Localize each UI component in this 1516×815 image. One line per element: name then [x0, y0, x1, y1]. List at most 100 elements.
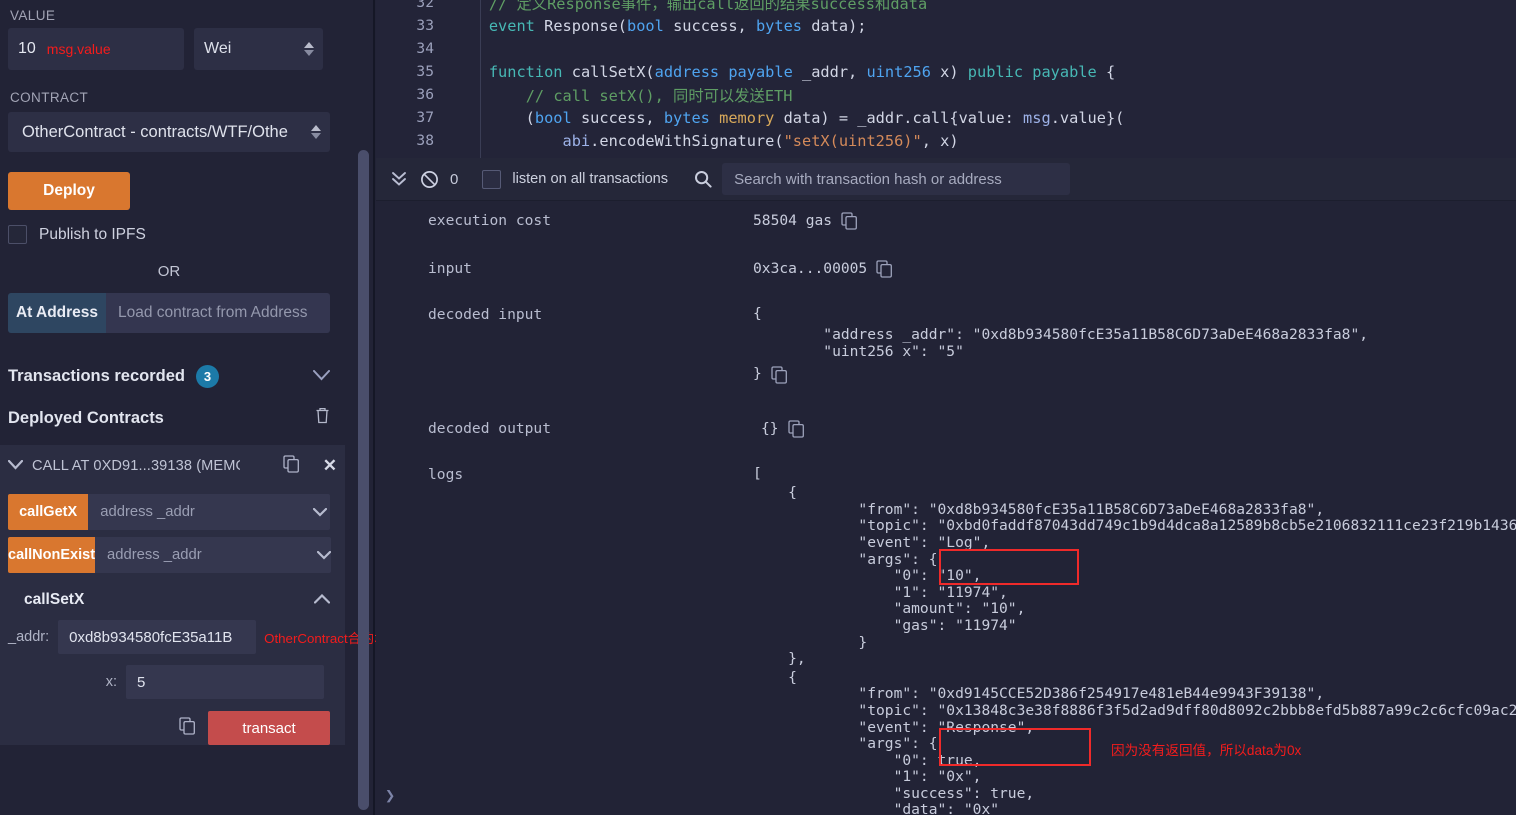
stepper-arrows-icon	[304, 42, 314, 56]
row-decoded-input: decoded input {	[376, 306, 1516, 323]
chevron-up-icon[interactable]	[314, 591, 330, 609]
trash-icon[interactable]	[315, 407, 330, 429]
contract-label: CONTRACT	[8, 82, 337, 110]
clear-console-icon[interactable]	[414, 170, 444, 189]
publish-ipfs-row[interactable]: Publish to IPFS	[8, 225, 337, 244]
code-lines: 32 // 定义Response事件，输出call返回的结果success和da…	[376, 0, 1516, 152]
code-text: function callSetX(address payable _addr,…	[452, 63, 1115, 81]
decoded-input-close: }	[753, 366, 762, 383]
search-input[interactable]	[722, 163, 1070, 195]
callsetx-header[interactable]: callSetX	[8, 591, 330, 609]
transactions-recorded-row[interactable]: Transactions recorded 3	[8, 365, 330, 388]
code-text: // 定义Response事件，输出call返回的结果success和data	[452, 0, 927, 14]
chevron-down-icon[interactable]	[313, 368, 330, 386]
listen-all-checkbox[interactable]	[482, 170, 501, 189]
deploy-run-sidebar: VALUE 10 msg.value Wei CONTRACT OtherCon…	[0, 0, 376, 815]
callnonexist-addr-input[interactable]	[95, 537, 317, 573]
deployed-contracts-row: Deployed Contracts	[8, 407, 330, 429]
copy-icon[interactable]	[876, 260, 893, 282]
contract-select[interactable]: OtherContract - contracts/WTF/Othe	[8, 112, 330, 152]
chevron-down-icon[interactable]	[310, 494, 330, 530]
execution-cost-value: 58504 gas	[753, 212, 832, 229]
code-text: // call setX(), 同时可以发送ETH	[452, 84, 792, 106]
addr-param-label: _addr:	[8, 629, 58, 645]
panel-divider	[373, 0, 375, 815]
line-number: 35	[376, 63, 452, 80]
line-number: 32	[376, 0, 452, 11]
addr-param-input[interactable]	[58, 620, 256, 654]
copy-icon[interactable]	[771, 366, 788, 388]
transact-button[interactable]: transact	[208, 711, 330, 745]
value-unit-select[interactable]: Wei	[194, 28, 323, 70]
code-line: 37 (bool success, bytes memory data) = _…	[376, 106, 1516, 129]
code-line: 34	[376, 37, 1516, 60]
value-label: VALUE	[8, 0, 337, 28]
logs-open: [	[753, 466, 762, 483]
close-icon[interactable]: ✕	[323, 456, 337, 476]
publish-ipfs-label: Publish to IPFS	[39, 226, 146, 244]
value-input[interactable]: 10 msg.value	[8, 28, 184, 70]
chevron-down-icon[interactable]	[317, 537, 331, 573]
at-address-input[interactable]	[106, 293, 330, 333]
deploy-button[interactable]: Deploy	[8, 172, 130, 210]
decoded-output-key: decoded output	[428, 420, 753, 437]
value-unit-label: Wei	[204, 40, 231, 58]
deployed-contract-title: CALL AT 0XD91...39138 (MEMORY	[32, 458, 240, 474]
code-text: (bool success, bytes memory data) = _add…	[452, 109, 1124, 127]
deployed-contract-header[interactable]: CALL AT 0XD91...39138 (MEMORY ✕	[8, 445, 337, 487]
row-decoded-output: decoded output {}	[376, 420, 1516, 442]
value-row: 10 msg.value Wei	[8, 28, 337, 70]
search-icon[interactable]	[690, 170, 716, 188]
decoded-output-value: {}	[753, 420, 779, 437]
chevron-down-icon[interactable]	[8, 457, 23, 475]
highlight-box-success-data	[939, 728, 1091, 766]
transactions-recorded-label: Transactions recorded	[8, 367, 185, 386]
function-row-callnonexist: callNonExist	[8, 537, 330, 573]
function-list: callGetX callNonExist	[8, 494, 337, 573]
row-decoded-input-close: }	[376, 366, 1516, 388]
x-param-input[interactable]	[126, 665, 324, 699]
transactions-recorded-badge: 3	[196, 365, 219, 388]
console-prompt[interactable]: ❯	[385, 786, 395, 806]
pending-count: 0	[450, 171, 458, 188]
copy-icon[interactable]	[841, 212, 858, 234]
collapse-all-icon[interactable]	[384, 170, 414, 188]
right-pane: 32 // 定义Response事件，输出call返回的结果success和da…	[376, 0, 1516, 815]
execution-cost-key: execution cost	[428, 212, 753, 229]
copy-icon[interactable]	[283, 455, 300, 478]
code-line: 36 // call setX(), 同时可以发送ETH	[376, 83, 1516, 106]
code-editor[interactable]: 32 // 定义Response事件，输出call返回的结果success和da…	[376, 0, 1516, 158]
listen-all-label: listen on all transactions	[512, 171, 668, 187]
or-separator: OR	[8, 263, 330, 280]
code-line: 38 abi.encodeWithSignature("setX(uint256…	[376, 129, 1516, 152]
data-annotation: 因为没有返回值，所以data为0x	[1111, 739, 1301, 759]
param-row-addr: _addr: OtherContract合约地址	[8, 620, 348, 654]
value-amount: 10	[18, 40, 36, 58]
copy-icon[interactable]	[179, 717, 196, 740]
terminal-output: execution cost 58504 gas input 0x3ca...0…	[376, 201, 1516, 815]
deployed-contract-card: CALL AT 0XD91...39138 (MEMORY ✕ callGetX	[0, 445, 345, 745]
stepper-arrows-icon	[311, 125, 321, 139]
publish-ipfs-checkbox[interactable]	[8, 225, 27, 244]
copy-icon[interactable]	[788, 420, 805, 442]
code-text: event Response(bool success, bytes data)…	[452, 17, 867, 35]
line-number: 38	[376, 132, 452, 149]
at-address-button[interactable]: At Address	[8, 293, 106, 333]
input-value: 0x3ca...00005	[753, 260, 867, 277]
code-line: 32 // 定义Response事件，输出call返回的结果success和da…	[376, 0, 1516, 14]
decoded-input-key: decoded input	[428, 306, 753, 323]
logs-key: logs	[428, 466, 753, 483]
msg-value-annotation: msg.value	[47, 41, 111, 57]
callnonexist-button[interactable]: callNonExist	[8, 537, 95, 573]
sidebar-scrollbar[interactable]	[358, 150, 369, 810]
at-address-row: At Address	[8, 293, 330, 333]
callgetx-button[interactable]: callGetX	[8, 494, 88, 530]
deployed-contracts-label: Deployed Contracts	[8, 409, 164, 428]
highlight-box-amount-gas	[939, 549, 1079, 585]
code-line: 33 event Response(bool success, bytes da…	[376, 14, 1516, 37]
param-row-x: x:	[8, 665, 348, 699]
row-logs: logs [	[376, 466, 1516, 483]
callgetx-addr-input[interactable]	[88, 494, 310, 530]
row-input: input 0x3ca...00005	[376, 260, 1516, 282]
function-row-callgetx: callGetX	[8, 494, 330, 530]
